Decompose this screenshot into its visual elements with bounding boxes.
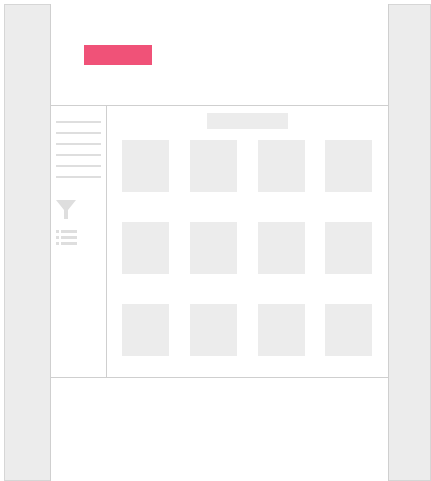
grid-tile[interactable] xyxy=(190,222,237,274)
header xyxy=(51,4,388,106)
sidebar-menu-line[interactable] xyxy=(56,143,101,145)
footer xyxy=(51,378,388,481)
page-wireframe xyxy=(50,4,389,481)
product-grid xyxy=(122,140,375,360)
sidebar-menu-line[interactable] xyxy=(56,165,101,167)
grid-tile[interactable] xyxy=(190,304,237,356)
sidebar xyxy=(51,106,107,377)
grid-tile[interactable] xyxy=(122,304,169,356)
content-area xyxy=(51,106,388,378)
grid-tile[interactable] xyxy=(325,304,372,356)
grid-tile[interactable] xyxy=(325,140,372,192)
sidebar-menu-line[interactable] xyxy=(56,121,101,123)
grid-tile[interactable] xyxy=(122,140,169,192)
sidebar-menu-line[interactable] xyxy=(56,132,101,134)
grid-tile[interactable] xyxy=(122,222,169,274)
grid-tile[interactable] xyxy=(325,222,372,274)
grid-tile[interactable] xyxy=(258,222,305,274)
sidebar-menu-line[interactable] xyxy=(56,154,101,156)
grid-tile[interactable] xyxy=(258,304,305,356)
filter-icon[interactable] xyxy=(56,200,76,220)
grid-tile[interactable] xyxy=(190,140,237,192)
grid-tile[interactable] xyxy=(258,140,305,192)
main-content xyxy=(107,106,390,377)
sidebar-menu-line[interactable] xyxy=(56,176,101,178)
list-icon[interactable] xyxy=(56,230,77,246)
page-title-placeholder xyxy=(207,113,288,129)
logo-placeholder[interactable] xyxy=(84,45,152,65)
